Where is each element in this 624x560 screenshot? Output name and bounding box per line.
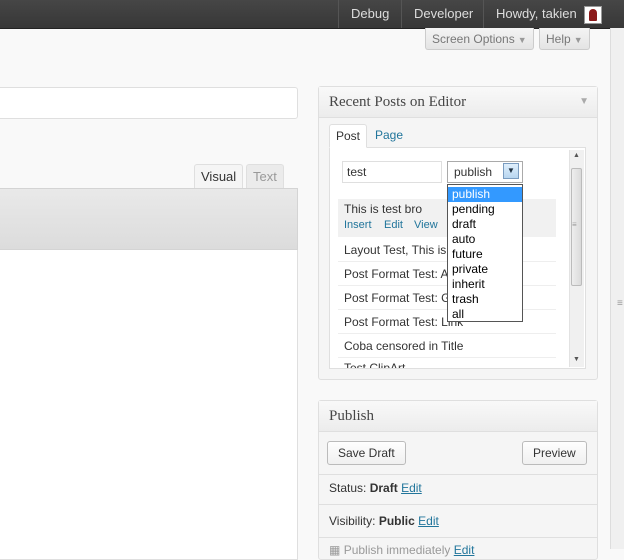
status-option[interactable]: trash [448,292,522,307]
recent-search-input[interactable]: test [342,161,442,183]
status-dropdown[interactable]: publish pending draft auto future privat… [447,184,523,322]
status-option[interactable]: future [448,247,522,262]
post-status-row: Status: Draft Edit [329,481,422,495]
post-title-input[interactable] [0,87,298,119]
visibility-row: Visibility: Public Edit [329,514,439,528]
status-option[interactable]: auto [448,232,522,247]
avatar[interactable] [584,6,602,24]
triangle-down-icon: ▼ [573,35,583,45]
status-option[interactable]: pending [448,202,522,217]
divider [319,474,597,475]
status-option[interactable]: private [448,262,522,277]
tab-page[interactable]: Page [369,124,409,146]
list-item[interactable]: Test ClipArt [338,358,556,368]
howdy-label: Howdy, takien [496,6,577,21]
publish-time-label: Publish immediately [343,543,451,557]
grip-icon: ≡ [617,298,623,309]
page-scrollbar[interactable]: ≡ [610,28,624,549]
status-edit-link[interactable]: Edit [401,481,422,495]
status-option[interactable]: publish [448,187,522,202]
edit-link[interactable]: Edit [384,219,403,231]
status-option[interactable]: all [448,307,522,322]
help-button[interactable]: Help ▼ [539,28,590,50]
publish-box: Publish [318,400,598,560]
tab-text[interactable]: Text [246,164,284,188]
status-label: Status: [329,481,367,495]
visibility-value: Public [378,514,415,528]
preview-button[interactable]: Preview [522,441,587,465]
account-menu[interactable]: Howdy, takien [483,0,624,28]
publish-header[interactable]: Publish [319,401,597,432]
divider [319,537,597,538]
tab-visual[interactable]: Visual [194,164,244,188]
status-value: Draft [369,481,398,495]
scroll-up-icon[interactable]: ▲ [573,152,580,159]
developer-menu[interactable]: Developer [401,0,485,28]
publish-title: Publish [329,408,375,424]
triangle-down-icon: ▼ [517,35,527,45]
recent-posts-header[interactable]: Recent Posts on Editor ▼ [319,87,597,118]
divider [319,504,597,505]
post-title: This is test bro [344,202,423,216]
select-arrow-icon[interactable]: ▼ [503,163,519,179]
visibility-edit-link[interactable]: Edit [418,514,439,528]
list-item[interactable]: Coba censored in Title [338,334,556,358]
view-link[interactable]: View [414,219,438,231]
publish-time-row: ▦ Publish immediately Edit [329,543,474,557]
status-option[interactable]: draft [448,217,522,232]
screen-options-button[interactable]: Screen Options ▼ [425,28,534,50]
insert-link[interactable]: Insert [344,219,372,231]
recent-posts-scrollbar[interactable]: ▲ ≡ ▼ [569,150,584,367]
editor-toolbar [0,188,298,250]
screen-options-label: Screen Options [432,32,515,46]
grip-icon: ≡ [572,220,577,229]
visibility-label: Visibility: [329,514,376,528]
calendar-icon: ▦ [329,543,341,557]
toggle-arrow-icon[interactable]: ▼ [579,87,589,117]
scroll-down-icon[interactable]: ▼ [573,356,580,363]
help-label: Help [546,32,571,46]
debug-menu[interactable]: Debug [338,0,401,28]
recent-posts-title: Recent Posts on Editor [329,94,467,110]
save-draft-button[interactable]: Save Draft [327,441,406,465]
status-option[interactable]: inherit [448,277,522,292]
tab-post[interactable]: Post [329,124,368,148]
editor-content-area[interactable] [0,250,298,560]
publish-time-edit-link[interactable]: Edit [454,543,475,557]
